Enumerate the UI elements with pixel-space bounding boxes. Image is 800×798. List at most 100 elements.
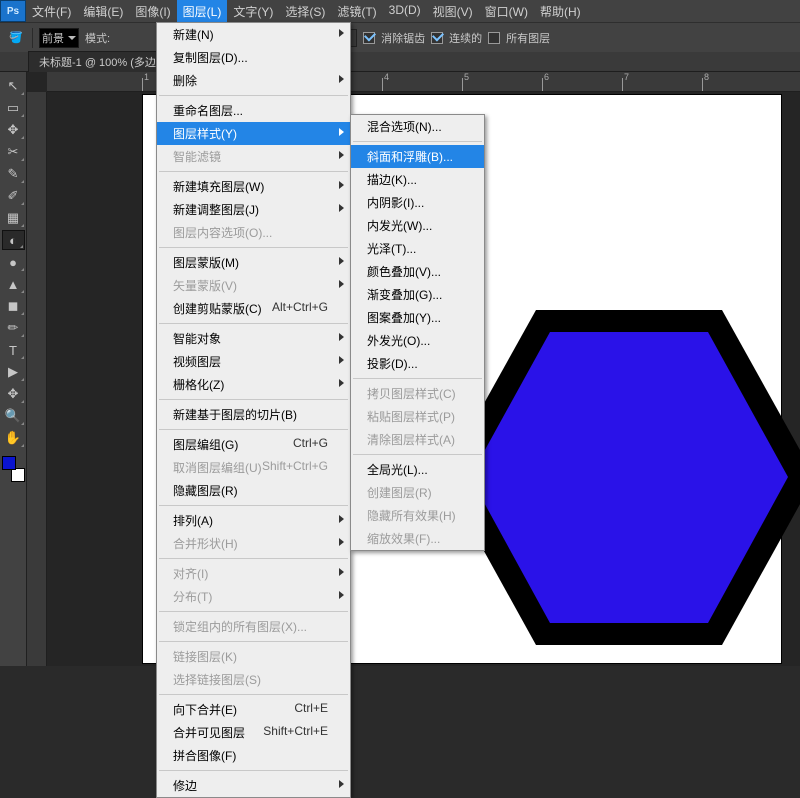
layer-menu-item-label: 栅格化(Z) [173, 376, 224, 393]
style-submenu-item-2[interactable]: 斜面和浮雕(B)... [351, 145, 484, 168]
layer-menu-item-38[interactable]: 合并可见图层Shift+Ctrl+E [157, 721, 350, 744]
style-submenu-item-9[interactable]: 图案叠加(Y)... [351, 306, 484, 329]
all-layers-checkbox[interactable] [488, 32, 500, 44]
tool-slot-4[interactable]: ✎ [2, 164, 25, 184]
tool-slot-11[interactable]: ✏ [2, 318, 25, 338]
tool-slot-9[interactable]: ▲ [2, 274, 25, 294]
layer-menu-item-1[interactable]: 复制图层(D)... [157, 46, 350, 69]
layer-menu-item-label: 图层编组(G) [173, 436, 238, 453]
menu-视图[interactable]: 视图(V) [427, 0, 479, 22]
submenu-arrow-icon [339, 591, 344, 599]
ruler-tick-label: 6 [544, 72, 549, 82]
layer-menu-item-label: 修边 [173, 777, 197, 794]
style-submenu-item-18: 创建图层(R) [351, 481, 484, 504]
layer-menu-item-32: 锁定组内的所有图层(X)... [157, 615, 350, 638]
tool-slot-3[interactable]: ✂ [2, 142, 25, 162]
layer-menu-item-label: 智能滤镜 [173, 148, 221, 165]
layer-menu-item-label: 分布(T) [173, 588, 212, 605]
tool-slot-10[interactable]: ◼ [2, 296, 25, 316]
layer-menu-item-24[interactable]: 隐藏图层(R) [157, 479, 350, 502]
submenu-arrow-icon [339, 75, 344, 83]
style-submenu-item-14: 粘贴图层样式(P) [351, 405, 484, 428]
style-submenu-item-3[interactable]: 描边(K)... [351, 168, 484, 191]
tool-slot-2[interactable]: ✥ [2, 120, 25, 140]
submenu-arrow-icon [339, 568, 344, 576]
shortcut-label: Shift+Ctrl+E [263, 724, 328, 741]
menu-选择[interactable]: 选择(S) [279, 0, 331, 22]
tool-slot-7[interactable]: ◐ [2, 230, 25, 250]
tool-slot-14[interactable]: ✥ [2, 384, 25, 404]
style-submenu-item-20: 缩放效果(F)... [351, 527, 484, 550]
layer-menu-item-16[interactable]: 智能对象 [157, 327, 350, 350]
menu-帮助[interactable]: 帮助(H) [534, 0, 587, 22]
menu-图像[interactable]: 图像(I) [129, 0, 176, 22]
menu-文件[interactable]: 文件(F) [26, 0, 77, 22]
layer-menu-item-label: 矢量蒙版(V) [173, 277, 237, 294]
submenu-arrow-icon [339, 333, 344, 341]
menu-图层[interactable]: 图层(L) [177, 0, 228, 22]
tool-slot-0[interactable]: ↖ [2, 76, 25, 96]
layer-menu-item-label: 新建(N) [173, 26, 214, 43]
style-submenu-item-8[interactable]: 渐变叠加(G)... [351, 283, 484, 306]
layer-menu-item-0[interactable]: 新建(N) [157, 23, 350, 46]
layer-menu-item-2[interactable]: 删除 [157, 69, 350, 92]
layer-menu-item-37[interactable]: 向下合并(E)Ctrl+E [157, 698, 350, 721]
style-submenu-item-6[interactable]: 光泽(T)... [351, 237, 484, 260]
hexagon-shape[interactable] [443, 310, 800, 645]
tool-slot-8[interactable]: ● [2, 252, 25, 272]
layer-menu-item-20[interactable]: 新建基于图层的切片(B) [157, 403, 350, 426]
layer-menu-item-26[interactable]: 排列(A) [157, 509, 350, 532]
tool-slot-5[interactable]: ✐ [2, 186, 25, 206]
menu-滤镜[interactable]: 滤镜(T) [331, 0, 382, 22]
tool-slot-1[interactable]: ▭ [2, 98, 25, 118]
menu-3d[interactable]: 3D(D) [383, 0, 427, 22]
style-submenu-item-label: 内阴影(I)... [367, 194, 424, 211]
all-layers-label: 所有图层 [506, 30, 550, 46]
contiguous-checkbox[interactable] [431, 32, 443, 44]
layer-menu-item-17[interactable]: 视频图层 [157, 350, 350, 373]
layer-menu-item-12[interactable]: 图层蒙版(M) [157, 251, 350, 274]
submenu-arrow-icon [339, 204, 344, 212]
fill-source-dropdown[interactable]: 前景 [39, 28, 79, 48]
style-submenu-item-10[interactable]: 外发光(O)... [351, 329, 484, 352]
layer-menu-item-label: 删除 [173, 72, 197, 89]
layer-menu-item-41[interactable]: 修边 [157, 774, 350, 797]
layer-menu-item-label: 复制图层(D)... [173, 49, 248, 66]
style-submenu-item-5[interactable]: 内发光(W)... [351, 214, 484, 237]
tool-slot-12[interactable]: T [2, 340, 25, 360]
style-submenu-item-4[interactable]: 内阴影(I)... [351, 191, 484, 214]
layer-menu-item-14[interactable]: 创建剪贴蒙版(C)Alt+Ctrl+G [157, 297, 350, 320]
style-submenu-item-15: 清除图层样式(A) [351, 428, 484, 451]
layer-menu-item-22[interactable]: 图层编组(G)Ctrl+G [157, 433, 350, 456]
menu-窗口[interactable]: 窗口(W) [479, 0, 534, 22]
menu-编辑[interactable]: 编辑(E) [77, 0, 129, 22]
style-submenu-item-7[interactable]: 颜色叠加(V)... [351, 260, 484, 283]
style-submenu-item-0[interactable]: 混合选项(N)... [351, 115, 484, 138]
style-submenu-item-11[interactable]: 投影(D)... [351, 352, 484, 375]
style-submenu-item-label: 缩放效果(F)... [367, 530, 440, 547]
menubar: Ps 文件(F)编辑(E)图像(I)图层(L)文字(Y)选择(S)滤镜(T)3D… [0, 0, 800, 22]
foreground-background-swatch[interactable] [2, 456, 25, 482]
tool-slot-16[interactable]: ✋ [2, 428, 25, 448]
tool-slot-13[interactable]: ▶ [2, 362, 25, 382]
layer-menu-item-4[interactable]: 重命名图层... [157, 99, 350, 122]
bucket-tool-icon: 🪣 [6, 28, 26, 48]
layer-menu-item-5[interactable]: 图层样式(Y) [157, 122, 350, 145]
menu-文字[interactable]: 文字(Y) [227, 0, 279, 22]
layer-menu-item-18[interactable]: 栅格化(Z) [157, 373, 350, 396]
antialias-checkbox[interactable] [363, 32, 375, 44]
submenu-arrow-icon [339, 29, 344, 37]
layer-menu-item-39[interactable]: 拼合图像(F) [157, 744, 350, 767]
layer-menu-item-8[interactable]: 新建填充图层(W) [157, 175, 350, 198]
app-logo: Ps [0, 0, 26, 22]
style-submenu-item-label: 描边(K)... [367, 171, 417, 188]
layer-menu-item-label: 图层蒙版(M) [173, 254, 239, 271]
tool-slot-6[interactable]: ▦ [2, 208, 25, 228]
submenu-arrow-icon [339, 128, 344, 136]
style-submenu-item-19: 隐藏所有效果(H) [351, 504, 484, 527]
style-submenu-item-label: 渐变叠加(G)... [367, 286, 442, 303]
layer-menu-item-label: 新建调整图层(J) [173, 201, 259, 218]
style-submenu-item-17[interactable]: 全局光(L)... [351, 458, 484, 481]
layer-menu-item-9[interactable]: 新建调整图层(J) [157, 198, 350, 221]
tool-slot-15[interactable]: 🔍 [2, 406, 25, 426]
